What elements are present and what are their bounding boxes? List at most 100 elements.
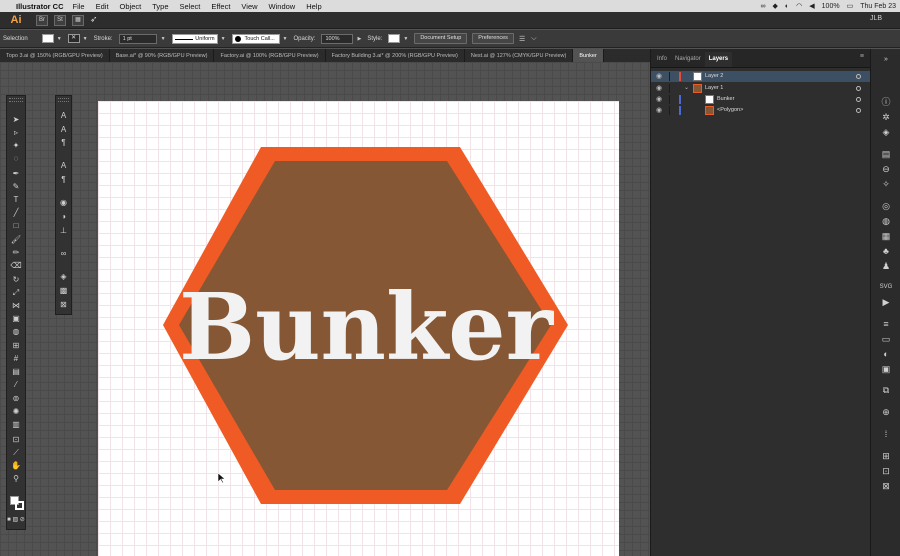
column-graph-tool-icon[interactable]: ▥ <box>7 419 25 431</box>
menu-select[interactable]: Select <box>180 2 201 11</box>
type-tool-icon[interactable]: T <box>7 194 25 206</box>
bridge-icon[interactable]: Br <box>36 15 48 26</box>
fill-swatch[interactable] <box>41 34 54 43</box>
brushes-icon[interactable]: ♟ <box>871 259 900 273</box>
lasso-tool-icon[interactable]: ◌ <box>7 153 25 165</box>
shape-builder-tool-icon[interactable]: ◍ <box>7 326 25 338</box>
chevron-down-icon[interactable]: ▼ <box>221 36 226 42</box>
menu-view[interactable]: View <box>241 2 257 11</box>
zoom-tool-icon[interactable]: ⚲ <box>7 473 25 485</box>
opacity-label[interactable]: Opacity: <box>293 36 315 42</box>
stroke-icon[interactable]: ≡ <box>871 317 900 331</box>
target-icon[interactable] <box>856 74 861 79</box>
layer-row[interactable]: ◉ Bunker <box>651 94 871 105</box>
chevron-down-icon[interactable]: ▼ <box>57 36 62 42</box>
glyphs-icon[interactable]: ¶ <box>56 137 71 149</box>
doc-tab-active[interactable]: Bunker <box>573 49 604 62</box>
chevron-down-icon[interactable]: ⌄ <box>684 83 689 94</box>
color-mode-icons[interactable]: ■ ▨ ⊘ <box>7 514 25 526</box>
dropbox-icon[interactable]: ◆ <box>773 2 778 10</box>
transparency-icon[interactable]: ◐ <box>871 347 900 361</box>
menu-effect[interactable]: Effect <box>211 2 230 11</box>
control-menu-icon[interactable]: ⌵ <box>531 35 536 43</box>
arrange-icon[interactable]: ☰ <box>519 35 525 43</box>
sync-icon[interactable]: ◐ <box>785 3 789 10</box>
panel-grip[interactable] <box>9 98 23 102</box>
slice-tool-icon[interactable]: ⟋ <box>7 447 25 459</box>
tab-info[interactable]: Info <box>653 52 671 67</box>
character-icon[interactable]: A <box>56 160 71 172</box>
layer-row[interactable]: ◉ Layer 2 <box>651 71 871 82</box>
target-icon[interactable] <box>856 97 861 102</box>
pencil-tool-icon[interactable]: ✏ <box>7 247 25 259</box>
creative-cloud-icon[interactable]: ∞ <box>761 3 766 10</box>
chevron-down-icon[interactable]: ▼ <box>161 36 166 42</box>
eye-icon[interactable]: ◉ <box>656 71 662 82</box>
pattern-options-icon[interactable]: ▩ <box>56 285 71 297</box>
width-tool-icon[interactable]: ⋈ <box>7 300 25 312</box>
actions-icon[interactable]: ▶ <box>871 295 900 309</box>
graphic-style-swatch[interactable] <box>388 34 401 43</box>
layer-name[interactable]: Layer 2 <box>705 71 723 82</box>
links-icon[interactable]: ⊖ <box>871 162 900 176</box>
gradient-icon[interactable]: ▭ <box>871 332 900 346</box>
eyedropper-tool-icon[interactable]: ⁄ <box>7 379 25 391</box>
asset-export-icon[interactable]: ⊠ <box>871 479 900 493</box>
magic-wand-tool-icon[interactable]: ✦ <box>7 140 25 152</box>
svg-icon[interactable]: SVG <box>871 280 900 294</box>
color-guide-icon[interactable]: ◍ <box>871 214 900 228</box>
stock-icon[interactable]: St <box>54 15 66 26</box>
doc-tab[interactable]: Nest.ai @ 127% (CMYK/GPU Preview) <box>465 49 574 62</box>
symbols-icon[interactable]: ♣ <box>871 244 900 258</box>
menu-edit[interactable]: Edit <box>96 2 109 11</box>
character-icon[interactable]: ⊡ <box>871 464 900 478</box>
navigator-icon[interactable]: ✲ <box>871 110 900 124</box>
target-icon[interactable] <box>856 108 861 113</box>
magic-wand-icon[interactable]: ✧ <box>871 177 900 191</box>
chevron-down-icon[interactable]: ▼ <box>83 36 88 42</box>
panel-menu-icon[interactable]: ≡ <box>860 53 864 60</box>
selection-tool-icon[interactable]: ➤ <box>7 114 25 126</box>
chevron-down-icon[interactable]: ▼ <box>403 36 408 42</box>
tab-layers[interactable]: Layers <box>704 52 733 67</box>
hand-tool-icon[interactable]: ✋ <box>7 460 25 472</box>
eye-icon[interactable]: ◉ <box>656 105 662 116</box>
doc-tab[interactable]: Topo 3.ai @ 150% (RGB/GPU Preview) <box>0 49 110 62</box>
rotate-tool-icon[interactable]: ↻ <box>7 274 25 286</box>
swatches-icon[interactable]: ▦ <box>871 229 900 243</box>
menu-type[interactable]: Type <box>152 2 168 11</box>
curvature-tool-icon[interactable]: ✎ <box>7 181 25 193</box>
links-icon[interactable]: ∞ <box>56 248 71 260</box>
free-transform-tool-icon[interactable]: ▣ <box>7 313 25 325</box>
image-trace-icon[interactable]: ◈ <box>56 271 71 283</box>
paragraph-icon[interactable]: ¶ <box>56 174 71 186</box>
artboard-tool-icon[interactable]: ⊡ <box>7 434 25 446</box>
character-styles-icon[interactable]: A <box>56 110 71 122</box>
doc-tab[interactable]: Base.ai* @ 90% (RGB/GPU Preview) <box>110 49 215 62</box>
workspace-switcher[interactable]: JLB <box>870 15 882 22</box>
collapse-icon[interactable]: » <box>871 53 900 67</box>
color-icon[interactable]: ◎ <box>871 199 900 213</box>
artboard[interactable]: Bunker <box>98 101 619 556</box>
volume-icon[interactable]: ◀ <box>809 2 814 10</box>
doc-tab[interactable]: Factory Building 3.ai* @ 200% (RGB/GPU P… <box>326 49 465 62</box>
app-name-menu[interactable]: Illustrator CC <box>16 2 64 11</box>
eraser-tool-icon[interactable]: ⌫ <box>7 260 25 272</box>
menu-window[interactable]: Window <box>269 2 296 11</box>
paragraph-styles-icon[interactable]: A <box>56 124 71 136</box>
menu-object[interactable]: Object <box>120 2 142 11</box>
eye-icon[interactable]: ◉ <box>656 83 662 94</box>
panel-grip[interactable] <box>58 98 69 102</box>
arrange-documents-icon[interactable]: ▦ <box>72 15 84 26</box>
chevron-right-icon[interactable]: ▶ <box>357 36 361 42</box>
battery-icon[interactable]: ▭ <box>847 2 854 10</box>
stroke-weight-field[interactable]: 1 pt <box>118 33 157 44</box>
layer-name[interactable]: Layer 1 <box>705 83 723 94</box>
layers-icon[interactable]: ◈ <box>871 125 900 139</box>
appearance-icon[interactable]: ▣ <box>871 362 900 376</box>
blend-tool-icon[interactable]: ⊚ <box>7 393 25 405</box>
document-setup-button[interactable]: Document Setup <box>414 33 468 44</box>
rectangle-tool-icon[interactable]: □ <box>7 220 25 232</box>
gradient-tool-icon[interactable]: ▤ <box>7 366 25 378</box>
align-icon[interactable]: ⁞ <box>871 427 900 441</box>
